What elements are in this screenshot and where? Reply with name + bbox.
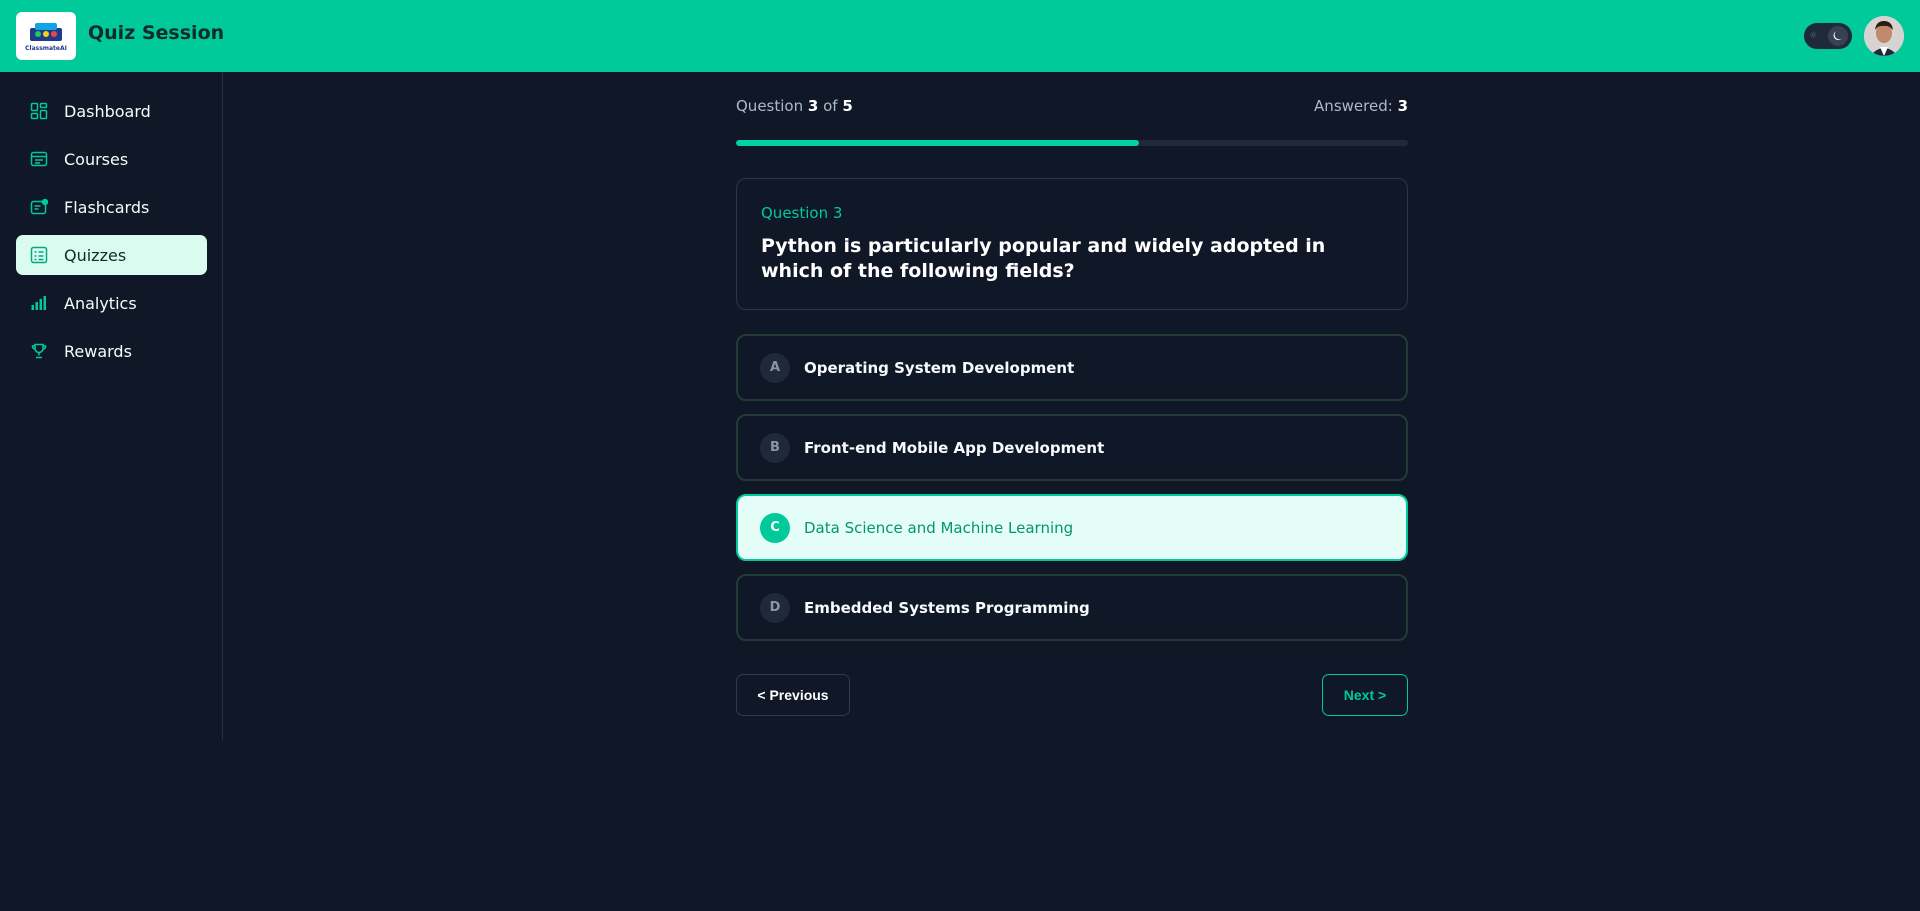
answer-option-c[interactable]: C Data Science and Machine Learning [736,494,1408,561]
sidebar: Dashboard Courses Flashcards Quizzes Ana… [0,72,223,740]
quizzes-icon [30,246,48,264]
option-text: Operating System Development [804,358,1075,377]
sidebar-item-label: Flashcards [64,197,150,217]
sidebar-item-dashboard[interactable]: Dashboard [16,91,207,131]
logo-wordmark: ClassmateAI [25,45,67,52]
sidebar-item-courses[interactable]: Courses [16,139,207,179]
question-card: Question 3 Python is particularly popula… [736,178,1408,310]
sidebar-item-analytics[interactable]: Analytics [16,283,207,323]
option-text: Data Science and Machine Learning [804,518,1074,537]
answer-option-d[interactable]: D Embedded Systems Programming [736,574,1408,641]
app-logo[interactable]: ClassmateAI [16,12,76,60]
top-header: ClassmateAI Quiz Session ☼ [0,0,1920,72]
logo-graphic [26,20,66,44]
flashcards-icon [30,198,48,216]
sidebar-item-label: Quizzes [64,245,127,265]
option-letter-badge: B [760,432,790,463]
question-counter: Question 3 of 5 [736,97,853,115]
option-letter-badge: A [760,352,790,383]
progress-bar-fill [736,140,1140,146]
option-letter-badge: D [760,592,790,623]
option-text: Front-end Mobile App Development [804,438,1105,457]
current-question-number: 3 [807,97,819,115]
answered-counter: Answered: 3 [1314,97,1408,115]
sidebar-item-label: Rewards [64,341,132,361]
toggle-knob [1828,26,1848,46]
total-question-number: 5 [842,97,853,115]
progress-bar [736,140,1408,146]
sidebar-item-label: Dashboard [64,101,151,121]
answered-count: 3 [1397,97,1408,115]
sidebar-item-label: Courses [64,149,129,169]
analytics-icon [30,294,48,312]
sidebar-item-flashcards[interactable]: Flashcards [16,187,207,227]
sidebar-item-label: Analytics [64,293,137,313]
option-letter-badge: C [760,512,790,543]
sidebar-item-rewards[interactable]: Rewards [16,331,207,371]
answer-option-b[interactable]: B Front-end Mobile App Development [736,414,1408,481]
courses-icon [30,150,48,168]
option-text: Embedded Systems Programming [804,598,1090,617]
moon-icon [1833,31,1843,41]
question-text: Python is particularly popular and widel… [761,235,1326,282]
previous-button[interactable]: < Previous [736,674,850,716]
dashboard-icon [30,102,48,120]
sun-icon: ☼ [1808,31,1818,41]
theme-toggle[interactable]: ☼ [1804,23,1852,49]
next-button[interactable]: Next > [1322,674,1408,716]
question-label: Question 3 [761,204,843,222]
page-title: Quiz Session [88,22,225,44]
sidebar-item-quizzes[interactable]: Quizzes [16,235,207,275]
trophy-icon [30,342,48,360]
avatar[interactable] [1864,16,1904,56]
answer-option-a[interactable]: A Operating System Development [736,334,1408,401]
